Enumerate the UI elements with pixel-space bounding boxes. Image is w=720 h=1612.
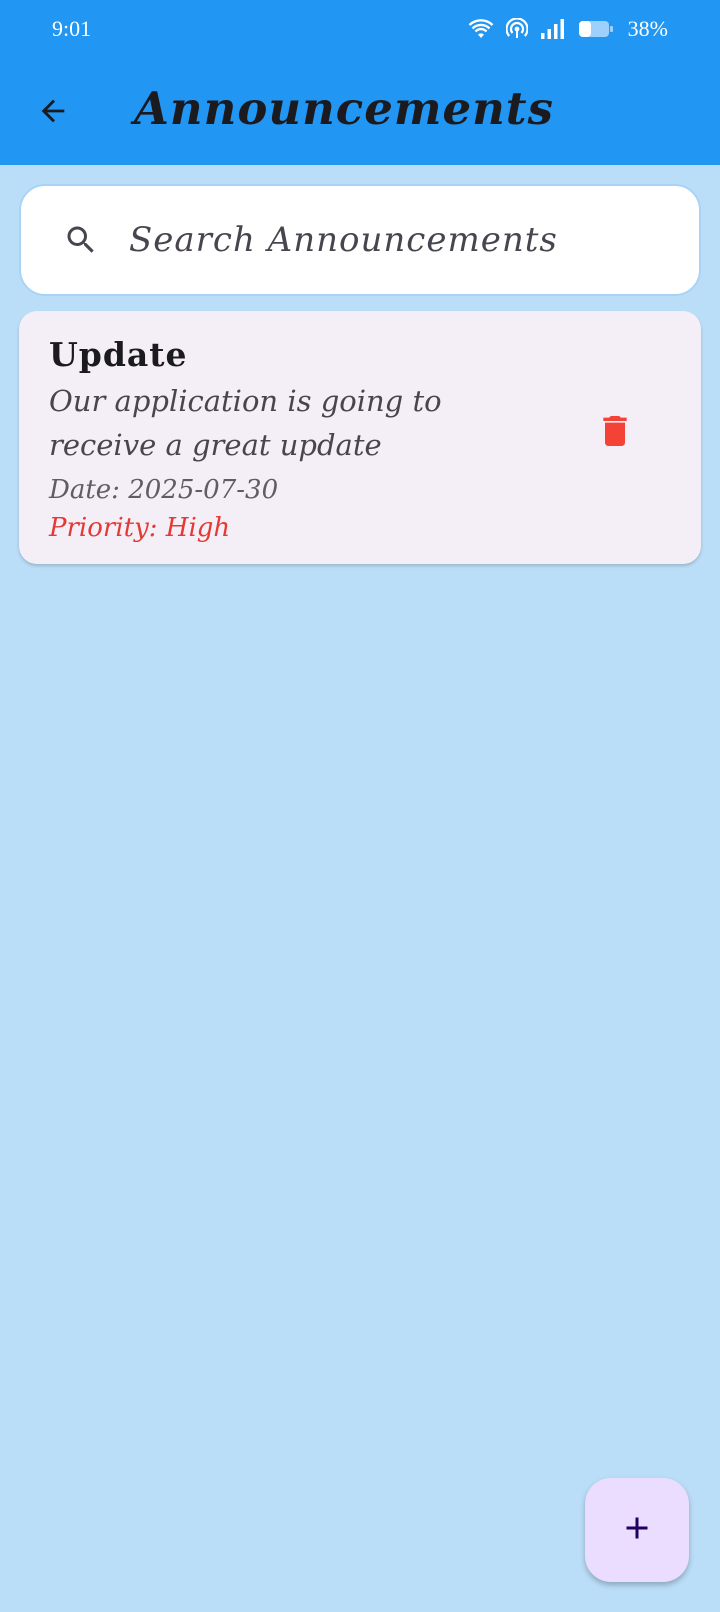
page-title: Announcements	[134, 82, 554, 135]
app-screen: 9:01 38% Announcements Search Announceme…	[0, 0, 720, 1612]
arrow-back-icon	[36, 94, 70, 132]
add-icon	[619, 1510, 655, 1550]
search-box[interactable]	[19, 184, 701, 296]
status-time: 9:01	[52, 16, 92, 41]
announcement-description: Our application is going to receive a gr…	[49, 384, 442, 462]
add-announcement-button[interactable]	[585, 1478, 689, 1582]
battery-icon	[578, 19, 614, 39]
announcement-title: Update	[49, 335, 188, 374]
search-input[interactable]	[129, 212, 669, 268]
signal-icon	[540, 18, 566, 40]
trash-icon	[595, 411, 635, 455]
back-button[interactable]	[26, 86, 80, 140]
announcement-date: Date: 2025-07-30	[49, 475, 279, 505]
search-icon	[63, 222, 99, 262]
delete-button[interactable]	[585, 403, 645, 463]
battery-percent: 38%	[627, 16, 668, 41]
status-icons: 38%	[468, 16, 668, 42]
app-bar: Announcements	[0, 60, 720, 165]
hotspot-icon	[505, 18, 528, 40]
wifi-icon	[468, 18, 494, 40]
announcement-card[interactable]: Update Our application is going to recei…	[19, 311, 701, 564]
status-bar: 9:01 38%	[0, 0, 720, 60]
announcement-priority: Priority: High	[49, 513, 231, 543]
